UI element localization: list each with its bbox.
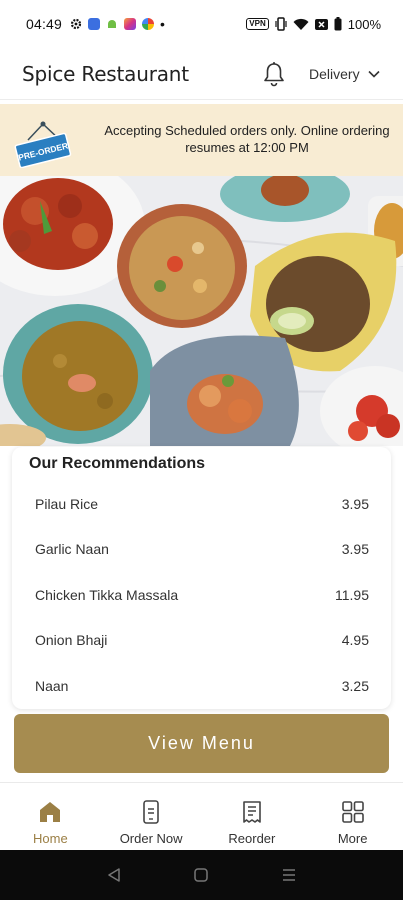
receipt-icon [243, 801, 261, 823]
instagram-icon [124, 18, 137, 30]
app-header: Spice Restaurant Delivery [0, 48, 403, 100]
nav-reorder[interactable]: Reorder [202, 783, 303, 850]
item-price: 3.25 [341, 677, 369, 694]
system-nav-bar [0, 850, 403, 900]
item-price: 4.95 [341, 632, 369, 649]
grid-icon [341, 801, 364, 823]
item-name: Naan [35, 677, 69, 694]
battery-percent: 100% [347, 16, 381, 32]
bottom-nav: Home Order Now Reorder More [0, 782, 403, 850]
nav-order-now[interactable]: Order Now [101, 783, 202, 850]
status-left: 04:49 • [26, 16, 165, 32]
banner-message: Accepting Scheduled orders only. Online … [104, 123, 390, 155]
status-time: 04:49 [26, 16, 63, 32]
home-button-icon[interactable] [194, 868, 209, 882]
home-icon [40, 802, 61, 822]
item-name: Onion Bhaji [35, 632, 108, 649]
delivery-label: Delivery [309, 66, 360, 82]
photos-icon [142, 18, 155, 30]
hero-food-image [0, 176, 403, 446]
android-icon [108, 20, 117, 28]
preorder-banner: PRE-ORDER Accepting Scheduled orders onl… [0, 104, 403, 176]
settings-icon [70, 18, 82, 30]
recommendation-item[interactable]: Pilau Rice 3.95 [12, 481, 391, 527]
back-icon[interactable] [107, 868, 121, 882]
recommendation-item[interactable]: Onion Bhaji 4.95 [12, 618, 391, 664]
wifi-icon [293, 18, 309, 30]
item-name: Chicken Tikka Massala [35, 586, 179, 603]
chevron-down-icon [368, 70, 380, 78]
recommendation-item[interactable]: Garlic Naan 3.95 [12, 527, 391, 573]
recommendations-title: Our Recommendations [29, 455, 206, 472]
recents-icon[interactable] [282, 868, 296, 882]
vpn-badge: VPN [246, 18, 269, 30]
item-price: 11.95 [335, 586, 369, 603]
nav-reorder-label: Reorder [228, 831, 276, 846]
more-notifications-dot: • [160, 16, 165, 32]
bell-icon[interactable] [262, 61, 286, 87]
status-bar: 04:49 • VPN 100% [0, 0, 403, 48]
vibrate-icon [275, 17, 287, 31]
nav-order-now-label: Order Now [119, 831, 183, 846]
nav-home-label: Home [33, 831, 68, 846]
restaurant-title: Spice Restaurant [22, 61, 189, 86]
recommendation-item[interactable]: Naan 3.25 [12, 663, 391, 709]
item-price: 3.95 [341, 495, 369, 512]
delivery-selector[interactable]: Delivery [309, 62, 380, 86]
item-name: Garlic Naan [35, 541, 109, 558]
nav-home[interactable]: Home [0, 783, 101, 850]
status-right: VPN 100% [246, 17, 381, 32]
item-name: Pilau Rice [35, 495, 99, 512]
order-icon [143, 800, 159, 824]
recommendations-card: Our Recommendations Pilau Rice 3.95 Garl… [12, 447, 391, 709]
battery-icon [334, 17, 342, 31]
preorder-tag-icon: PRE-ORDER [14, 121, 72, 168]
nav-more[interactable]: More [302, 783, 403, 850]
notification-icons: • [70, 16, 165, 32]
signal-icon [314, 18, 328, 30]
item-price: 3.95 [341, 541, 369, 558]
messenger-icon [88, 18, 101, 30]
nav-more-label: More [337, 831, 368, 846]
recommendations-list: Pilau Rice 3.95 Garlic Naan 3.95 Chicken… [12, 481, 391, 709]
view-menu-button[interactable]: View Menu [14, 714, 389, 773]
recommendation-item[interactable]: Chicken Tikka Massala 11.95 [12, 572, 391, 618]
